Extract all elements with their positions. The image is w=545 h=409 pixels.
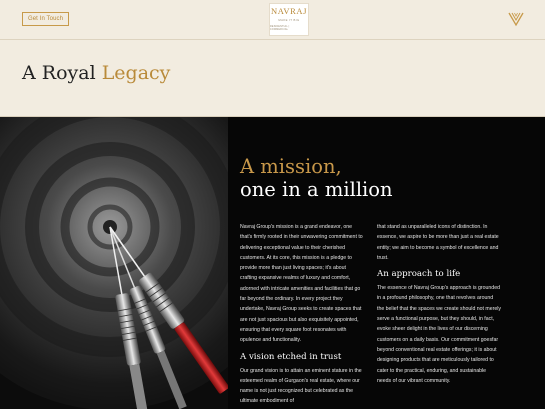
logo-name: NAVRAJ (270, 6, 308, 16)
hero-section: A Royal Legacy (0, 40, 545, 117)
get-in-touch-button[interactable]: Get In Touch (22, 12, 69, 26)
logo-tagline: MAKE IT BIG (278, 17, 300, 22)
vision-paragraph: Our grand vision is to attain an eminent… (240, 367, 362, 405)
approach-paragraph: The essence of Navraj Group's approach i… (377, 285, 501, 384)
site-header: Get In Touch NAVRAJ MAKE IT BIG RESIDENT… (0, 0, 545, 40)
navraj-logo[interactable]: NAVRAJ MAKE IT BIG RESIDENTIAL | COMMERC… (269, 3, 309, 36)
mission-column-right: that stand as unparalleled icons of dist… (377, 222, 501, 386)
title-part-dark: A Royal (22, 62, 102, 84)
vision-paragraph-continued: that stand as unparalleled icons of dist… (377, 224, 499, 261)
page-title: A Royal Legacy (22, 62, 170, 84)
mission-title: A mission, one in a million (240, 155, 393, 201)
logo-sub: RESIDENTIAL | COMMERCIAL (270, 24, 290, 31)
darts-target-image (0, 117, 228, 409)
title-part-gold: Legacy (101, 62, 171, 84)
mission-title-line1: A mission, (240, 155, 342, 178)
approach-heading: An approach to life (377, 269, 461, 280)
mission-title-line2: one in a million (240, 178, 393, 201)
mission-column-left: Navraj Group's mission is a grand endeav… (240, 222, 364, 407)
mission-paragraph: Navraj Group's mission is a grand endeav… (240, 224, 363, 344)
target-darts-illustration (0, 117, 228, 409)
vision-heading: A vision etched in trust (240, 351, 342, 362)
navraj-v-mark-icon[interactable] (508, 11, 524, 27)
mission-section: A mission, one in a million Navraj Group… (228, 117, 545, 409)
